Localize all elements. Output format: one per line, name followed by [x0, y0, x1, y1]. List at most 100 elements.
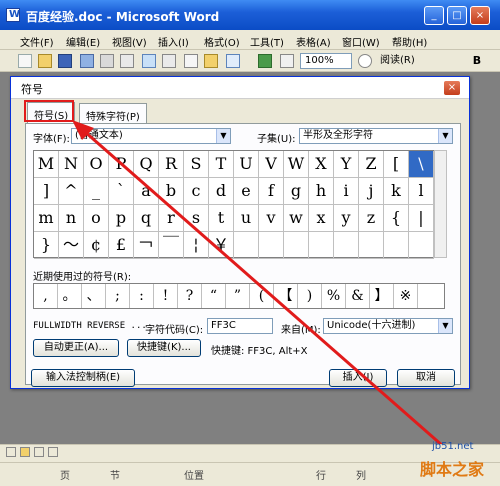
zoom-select[interactable]: 100%: [300, 53, 352, 69]
symbol-cell[interactable]: [259, 232, 284, 259]
symbol-cell[interactable]: c: [184, 178, 209, 205]
recent-symbol[interactable]: 、: [82, 284, 106, 308]
symbol-cell[interactable]: e: [234, 178, 259, 205]
bold-icon[interactable]: B: [470, 54, 484, 68]
symbol-cell[interactable]: V: [259, 151, 284, 178]
tables-icon[interactable]: [280, 54, 294, 68]
symbol-cell[interactable]: v: [259, 205, 284, 232]
symbol-cell[interactable]: |: [409, 205, 434, 232]
symbol-cell[interactable]: m: [34, 205, 59, 232]
menu-tools[interactable]: 工具(T): [250, 34, 284, 49]
symbol-cell[interactable]: ¦: [184, 232, 209, 259]
symbol-cell[interactable]: P: [109, 151, 134, 178]
recent-symbol[interactable]: ※: [394, 284, 418, 308]
recent-symbol[interactable]: :: [130, 284, 154, 308]
symbol-cell[interactable]: Z: [359, 151, 384, 178]
menu-edit[interactable]: 编辑(E): [66, 34, 100, 49]
symbol-cell[interactable]: u: [234, 205, 259, 232]
symbol-cell[interactable]: _: [84, 178, 109, 205]
symbol-cell[interactable]: {: [384, 205, 409, 232]
recent-symbol[interactable]: ): [298, 284, 322, 308]
recent-symbol[interactable]: 】: [370, 284, 394, 308]
symbol-cell[interactable]: h: [309, 178, 334, 205]
recent-symbol[interactable]: ”: [226, 284, 250, 308]
symbol-cell[interactable]: Y: [334, 151, 359, 178]
symbol-cell[interactable]: f: [259, 178, 284, 205]
paste-icon[interactable]: [204, 54, 218, 68]
menu-window[interactable]: 窗口(W): [342, 34, 380, 49]
symbol-cell[interactable]: k: [384, 178, 409, 205]
menu-help[interactable]: 帮助(H): [392, 34, 427, 49]
recent-symbol[interactable]: “: [202, 284, 226, 308]
symbol-cell[interactable]: O: [84, 151, 109, 178]
symbol-cell[interactable]: j: [359, 178, 384, 205]
recent-symbol[interactable]: (: [250, 284, 274, 308]
menu-table[interactable]: 表格(A): [296, 34, 331, 49]
symbol-cell[interactable]: a: [134, 178, 159, 205]
symbol-cell[interactable]: `: [109, 178, 134, 205]
symbol-cell[interactable]: W: [284, 151, 309, 178]
spelling-icon[interactable]: [142, 54, 156, 68]
print-icon[interactable]: [100, 54, 114, 68]
shortcut-key-button[interactable]: 快捷键(K)...: [127, 339, 201, 357]
hyperlink-icon[interactable]: [258, 54, 272, 68]
symbol-cell[interactable]: ]: [34, 178, 59, 205]
symbol-cell[interactable]: U: [234, 151, 259, 178]
autocorrect-button[interactable]: 自动更正(A)...: [33, 339, 119, 357]
symbol-cell[interactable]: q: [134, 205, 159, 232]
recent-symbol[interactable]: 【: [274, 284, 298, 308]
recent-symbol[interactable]: &: [346, 284, 370, 308]
symbol-cell[interactable]: l: [409, 178, 434, 205]
undo-icon[interactable]: [226, 54, 240, 68]
symbol-cell[interactable]: ￥: [209, 232, 234, 259]
web-view-icon[interactable]: [20, 447, 30, 457]
help-icon[interactable]: [358, 54, 372, 68]
symbol-cell[interactable]: [409, 232, 434, 259]
insert-button[interactable]: 插入(I): [329, 369, 387, 387]
symbol-cell[interactable]: [384, 232, 409, 259]
symbol-cell[interactable]: X: [309, 151, 334, 178]
cut-icon[interactable]: [184, 54, 198, 68]
symbol-cell[interactable]: t: [209, 205, 234, 232]
symbol-cell[interactable]: [: [384, 151, 409, 178]
close-window-button[interactable]: ×: [470, 6, 490, 25]
symbol-cell[interactable]: }: [34, 232, 59, 259]
symbol-cell[interactable]: ^: [59, 178, 84, 205]
symbol-cell[interactable]: Q: [134, 151, 159, 178]
symbol-cell[interactable]: n: [59, 205, 84, 232]
permission-icon[interactable]: [80, 54, 94, 68]
dialog-close-button[interactable]: ×: [443, 80, 461, 96]
symbol-cell[interactable]: [334, 232, 359, 259]
symbol-cell[interactable]: S: [184, 151, 209, 178]
symbol-cell[interactable]: N: [59, 151, 84, 178]
menu-insert[interactable]: 插入(I): [158, 34, 189, 49]
symbol-cell[interactable]: [309, 232, 334, 259]
subset-select[interactable]: 半形及全形字符 ▼: [299, 128, 453, 144]
maximize-button[interactable]: □: [447, 6, 467, 25]
symbol-cell[interactable]: [234, 232, 259, 259]
cancel-button[interactable]: 取消: [397, 369, 455, 387]
menu-file[interactable]: 文件(F): [20, 34, 54, 49]
tab-special-characters[interactable]: 特殊字符(P): [79, 103, 147, 123]
symbol-cell[interactable]: [359, 232, 384, 259]
normal-view-icon[interactable]: [6, 447, 16, 457]
minimize-button[interactable]: _: [424, 6, 444, 25]
symbol-cell[interactable]: r: [159, 205, 184, 232]
symbol-cell[interactable]: w: [284, 205, 309, 232]
symbol-cell[interactable]: ～: [59, 232, 84, 259]
symbol-cell[interactable]: i: [334, 178, 359, 205]
symbol-cell[interactable]: £: [109, 232, 134, 259]
recent-symbol[interactable]: ?: [178, 284, 202, 308]
recent-symbol[interactable]: 。: [58, 284, 82, 308]
reading-layout-button[interactable]: 阅读(R): [380, 53, 460, 69]
recent-symbol[interactable]: !: [154, 284, 178, 308]
symbol-cell[interactable]: s: [184, 205, 209, 232]
open-folder-icon[interactable]: [38, 54, 52, 68]
symbol-cell[interactable]: ￢: [134, 232, 159, 259]
print-preview-icon[interactable]: [120, 54, 134, 68]
symbol-cell[interactable]: d: [209, 178, 234, 205]
recent-symbol[interactable]: ,: [34, 284, 58, 308]
recent-symbol[interactable]: %: [322, 284, 346, 308]
from-select[interactable]: Unicode(十六进制) ▼: [323, 318, 453, 334]
symbol-cell[interactable]: ¢: [84, 232, 109, 259]
